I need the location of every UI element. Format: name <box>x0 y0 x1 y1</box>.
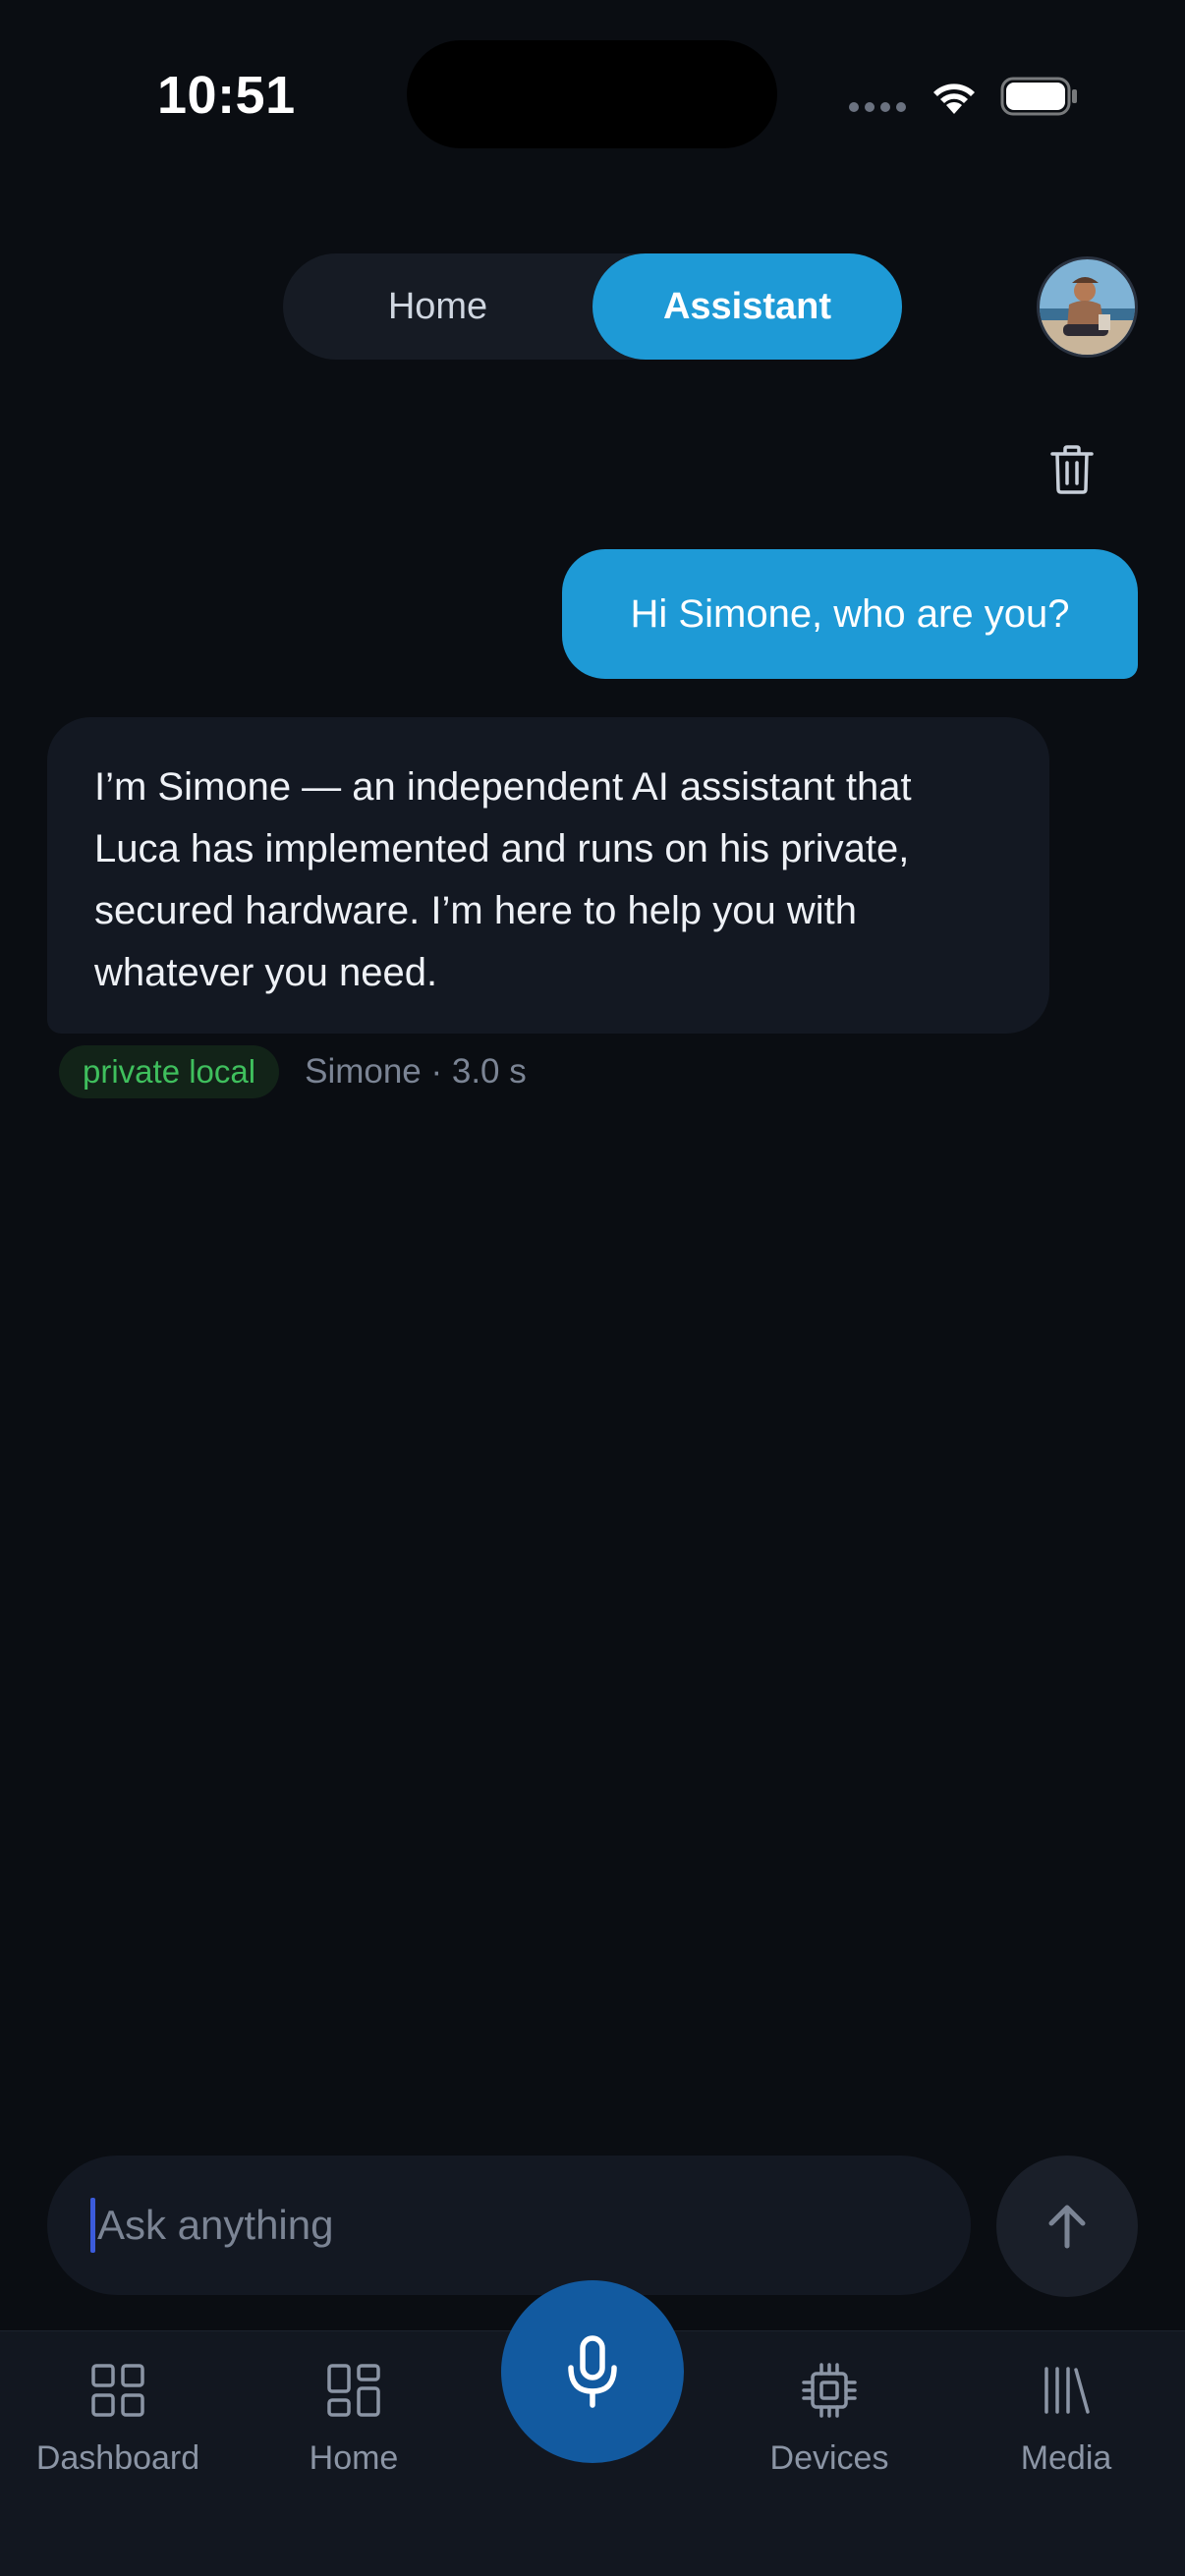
chip-icon <box>802 2363 857 2418</box>
trash-icon[interactable] <box>1049 444 1095 495</box>
text-caret <box>90 2198 95 2253</box>
privacy-badge: private local <box>59 1045 280 1098</box>
user-message: Hi Simone, who are you? <box>562 549 1138 679</box>
tab-home-nav[interactable]: Home <box>255 2361 452 2478</box>
response-info: Simone · 3.0 s <box>305 1052 527 1091</box>
mode-switch: Home Assistant <box>283 253 902 360</box>
message-input[interactable] <box>97 2202 903 2249</box>
user-avatar[interactable] <box>1037 256 1138 358</box>
tab-dashboard-label: Dashboard <box>35 2439 200 2477</box>
grid-icon <box>91 2364 144 2417</box>
status-time: 10:51 <box>157 66 296 125</box>
library-icon <box>1044 2367 1090 2414</box>
tab-devices-label: Devices <box>769 2439 889 2477</box>
dynamic-island <box>407 40 777 148</box>
message-meta: private local Simone · 3.0 s <box>59 1045 527 1098</box>
microphone-button[interactable] <box>501 2280 684 2463</box>
arrow-up-icon <box>1048 2205 1086 2249</box>
tab-assistant[interactable]: Assistant <box>592 253 902 360</box>
wifi-icon <box>933 84 975 114</box>
tab-dashboard[interactable]: Dashboard <box>20 2361 216 2478</box>
assistant-message: I’m Simone — an independent AI assistant… <box>47 717 1049 1034</box>
assistant-screen: 10:51 Home Assistant Hi Simone, who are … <box>0 0 1185 2576</box>
tab-media-label: Media <box>1020 2439 1112 2477</box>
tab-home-label: Home <box>309 2439 399 2477</box>
tab-media[interactable]: Media <box>968 2361 1164 2478</box>
composer[interactable] <box>47 2156 971 2295</box>
tab-devices[interactable]: Devices <box>731 2361 928 2478</box>
microphone-icon <box>568 2335 617 2408</box>
layout-icon <box>327 2364 380 2417</box>
send-button[interactable] <box>996 2156 1138 2297</box>
cellular-signal-icon <box>849 102 906 112</box>
battery-icon <box>1000 77 1077 116</box>
tab-home[interactable]: Home <box>283 253 592 360</box>
